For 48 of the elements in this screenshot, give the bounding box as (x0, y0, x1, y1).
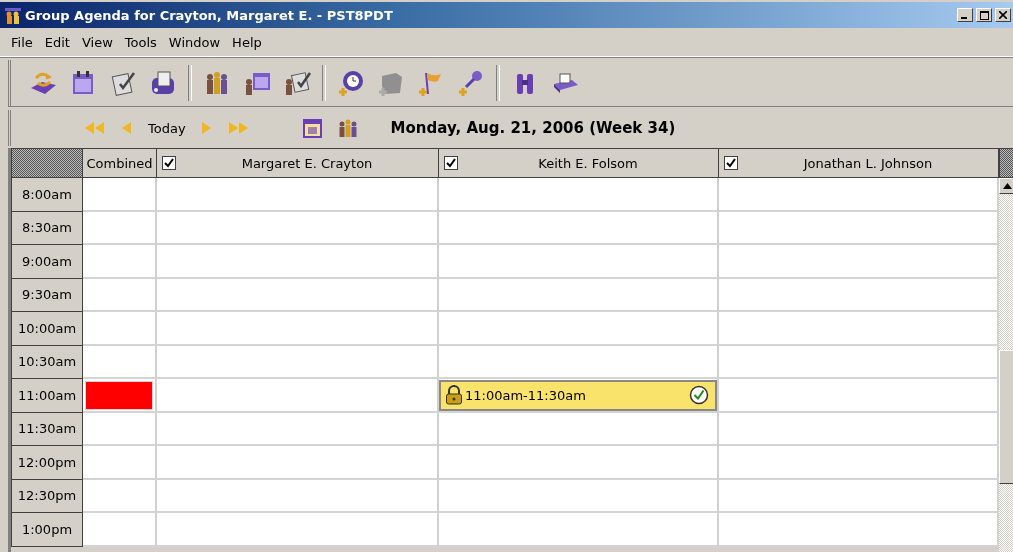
time-label: 10:30am (11, 345, 83, 379)
minimize-button[interactable] (957, 8, 973, 22)
right-arrow-icon[interactable] (200, 121, 213, 135)
appointment[interactable]: 11:00am-11:30am (439, 380, 717, 411)
window-title: Group Agenda for Crayton, Margaret E. - PST8PDT (25, 7, 394, 23)
column-header: Jonathan L. Johnson (719, 148, 999, 178)
menu-item[interactable]: Help (227, 32, 267, 52)
time-label: 12:30pm (11, 479, 83, 513)
time-label: 8:00am (11, 178, 83, 212)
double-left-arrow-icon[interactable] (84, 121, 106, 135)
corner-header (999, 148, 1013, 178)
time-label: 9:00am (11, 245, 83, 279)
combined-slot[interactable] (83, 379, 157, 413)
scroll-thumb[interactable] (999, 350, 1013, 484)
calendar-icon[interactable] (301, 117, 324, 139)
menu-item[interactable]: Window (163, 32, 226, 52)
checkbox[interactable] (162, 156, 176, 170)
people-icon (4, 6, 22, 24)
appointment-time: 11:00am-11:30am (465, 387, 587, 403)
double-right-arrow-icon[interactable] (227, 121, 250, 135)
scroll-up-button[interactable] (999, 178, 1013, 194)
time-label: 8:30am (11, 211, 83, 245)
date-heading: Monday, Aug. 21, 2006 (Week 34) (390, 119, 676, 137)
column-header: Keith E. Folsom (439, 148, 719, 178)
up-arrow-icon (1003, 183, 1012, 189)
time-label: 11:00am (11, 379, 83, 413)
column-header: Combined (83, 148, 157, 178)
close-icon (999, 11, 1007, 19)
left-arrow-icon[interactable] (121, 121, 133, 135)
time-label: 1:00pm (11, 513, 83, 547)
time-label: 12:00pm (11, 446, 83, 480)
column-header: Margaret E. Crayton (157, 148, 439, 178)
busy-block (85, 381, 153, 410)
close-button[interactable] (995, 8, 1011, 22)
time-label: 10:00am (11, 312, 83, 346)
checkbox[interactable] (444, 156, 458, 170)
checkbox[interactable] (724, 156, 738, 170)
today-button[interactable]: Today (145, 115, 189, 141)
maximize-button[interactable] (976, 8, 992, 22)
menu-item[interactable]: View (76, 32, 118, 52)
menu-item[interactable]: Tools (119, 32, 162, 52)
corner-header (11, 148, 83, 178)
menu-item[interactable]: File (6, 32, 38, 52)
menu-item[interactable]: Edit (39, 32, 75, 52)
time-label: 11:30am (11, 412, 83, 446)
clock-add-icon[interactable] (336, 68, 366, 98)
maximize-icon (979, 10, 989, 20)
time-label: 9:30am (11, 278, 83, 312)
